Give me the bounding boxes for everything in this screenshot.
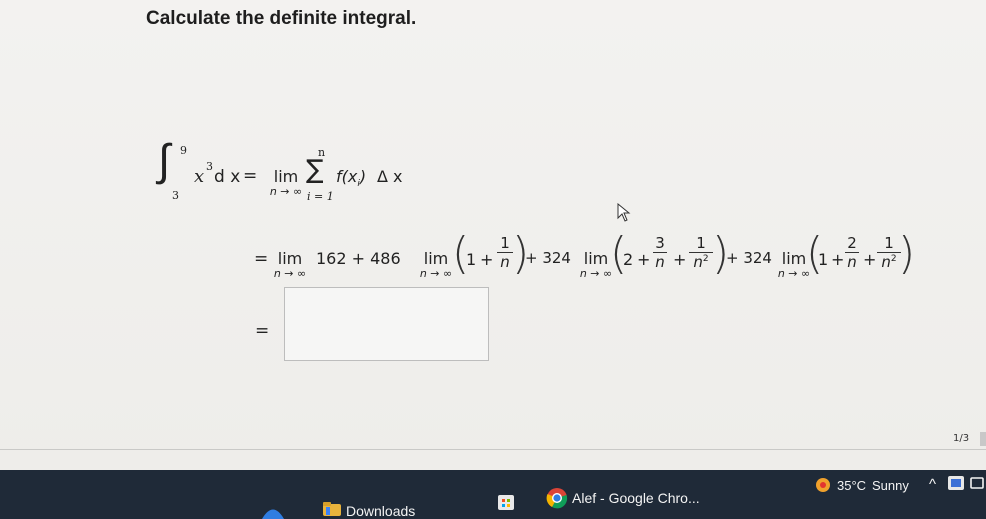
term-162-486: 162 + 486 bbox=[316, 249, 401, 268]
p3-plus-1: + bbox=[831, 250, 845, 269]
chevron-up-icon[interactable]: ^ bbox=[929, 476, 936, 493]
p2-plus-1: + bbox=[637, 250, 651, 269]
term3-plus-324: + 324 bbox=[726, 249, 772, 267]
chrome-window-label[interactable]: Alef - Google Chro... bbox=[572, 490, 700, 506]
answer-input[interactable] bbox=[284, 287, 489, 361]
chrome-icon[interactable] bbox=[546, 487, 568, 509]
line2-equals: = bbox=[254, 249, 269, 269]
scrollbar-thumb[interactable] bbox=[980, 432, 986, 446]
taskbar: Downloads Alef - Google Chro... 35°C Sun… bbox=[0, 470, 986, 519]
riemann-delta: Δ x bbox=[377, 167, 403, 186]
app-icon-blue[interactable] bbox=[260, 500, 286, 519]
tray-app-icon[interactable] bbox=[947, 475, 965, 491]
weather-temp[interactable]: 35°C bbox=[837, 478, 866, 493]
p3-one: 1 bbox=[818, 250, 829, 269]
integral-lower: 3 bbox=[172, 189, 179, 202]
integrand-base: x bbox=[194, 166, 205, 187]
p1-one: 1 bbox=[466, 250, 477, 269]
integral-equals: = bbox=[243, 166, 258, 186]
integral-upper: 9 bbox=[180, 144, 187, 157]
integral-sign: ∫ bbox=[158, 135, 171, 186]
integral-dx: d x bbox=[214, 167, 241, 187]
paren-close-3: ) bbox=[898, 228, 916, 279]
limit-1: lim n → ∞ bbox=[273, 249, 307, 280]
sum-bottom: i = 1 bbox=[307, 190, 334, 203]
p1-fraction: 1 n bbox=[497, 234, 513, 271]
integrand-exp: 3 bbox=[206, 160, 213, 173]
worksheet-page: Calculate the definite integral. ∫ 9 3 x… bbox=[0, 0, 986, 470]
notification-icon[interactable] bbox=[970, 476, 984, 490]
p1-plus: + bbox=[480, 250, 494, 269]
p2-plus-2: + bbox=[673, 250, 687, 269]
divider bbox=[0, 449, 986, 450]
term2-plus-324: + 324 bbox=[525, 249, 571, 267]
p3-plus-2: + bbox=[863, 250, 877, 269]
question-title: Calculate the definite integral. bbox=[146, 8, 417, 29]
riemann-body: f(xi) bbox=[336, 167, 367, 190]
line3-equals: = bbox=[255, 321, 270, 341]
folder-icon[interactable] bbox=[322, 501, 342, 517]
riemann-limit: lim n → ∞ bbox=[269, 167, 303, 198]
sun-icon[interactable] bbox=[814, 476, 832, 494]
p2-fraction-2: 1 n2 bbox=[689, 234, 713, 271]
p2-two: 2 bbox=[623, 250, 634, 269]
page-indicator: 1/3 bbox=[953, 433, 970, 444]
cursor-arrow-icon bbox=[617, 203, 631, 222]
sum-sign: ∑ bbox=[306, 155, 324, 185]
downloads-label[interactable]: Downloads bbox=[346, 503, 415, 519]
store-icon[interactable] bbox=[496, 490, 516, 512]
weather-condition[interactable]: Sunny bbox=[872, 478, 909, 493]
p3-fraction-1: 2 n bbox=[845, 234, 859, 271]
p2-fraction-1: 3 n bbox=[653, 234, 667, 271]
